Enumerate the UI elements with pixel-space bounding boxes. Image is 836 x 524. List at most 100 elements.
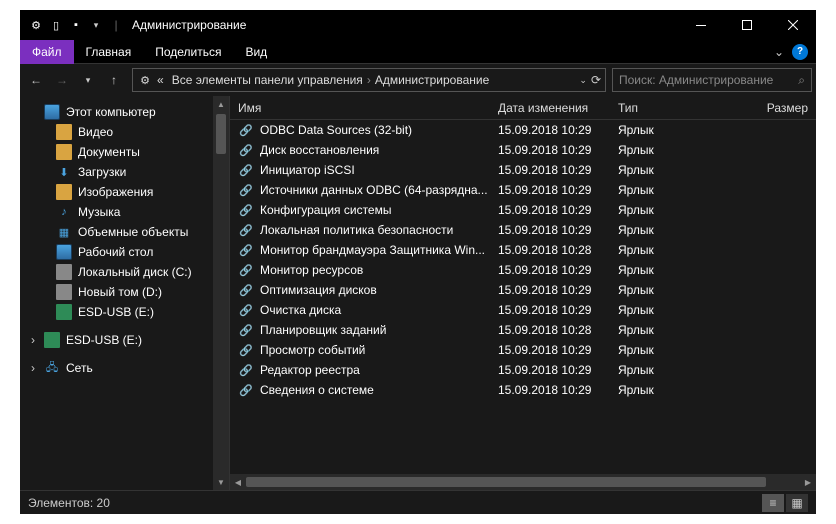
- sidebar-item-label: Документы: [78, 145, 140, 159]
- shortcut-icon: 🔗: [238, 222, 254, 238]
- table-row[interactable]: 🔗 Локальная политика безопасности 15.09.20…: [230, 220, 816, 240]
- recent-locations-icon[interactable]: ▾: [76, 68, 100, 92]
- file-date: 15.09.2018 10:29: [490, 163, 610, 177]
- chevron-right-icon[interactable]: ›: [28, 333, 38, 347]
- new-folder-icon[interactable]: ▪: [68, 17, 84, 33]
- shortcut-icon: 🔗: [238, 302, 254, 318]
- details-view-button[interactable]: ≡: [762, 494, 784, 512]
- file-date: 15.09.2018 10:29: [490, 363, 610, 377]
- breadcrumb-dropdown-icon[interactable]: ⌄: [579, 75, 587, 86]
- close-button[interactable]: [770, 10, 816, 40]
- sidebar-item-label: Локальный диск (C:): [78, 265, 192, 279]
- file-name: Редактор реестра: [260, 363, 360, 377]
- sidebar-item[interactable]: Новый том (D:): [20, 282, 229, 302]
- column-type[interactable]: Тип: [610, 101, 700, 115]
- sidebar-scrollbar[interactable]: ▲ ▼: [213, 96, 229, 490]
- location-icon: ⚙: [137, 72, 153, 88]
- sidebar-item[interactable]: ♪Музыка: [20, 202, 229, 222]
- table-row[interactable]: 🔗Планировщик заданий15.09.2018 10:28Ярлы…: [230, 320, 816, 340]
- sidebar-item[interactable]: ESD-USB (E:): [20, 302, 229, 322]
- file-date: 15.09.2018 10:29: [490, 383, 610, 397]
- chevron-right-icon[interactable]: ›: [28, 361, 38, 375]
- table-row[interactable]: 🔗Оптимизация дисков15.09.2018 10:29Ярлык: [230, 280, 816, 300]
- window-controls: [678, 10, 816, 40]
- breadcrumb-item[interactable]: Администрирование: [371, 73, 493, 87]
- table-row[interactable]: 🔗Очистка диска15.09.2018 10:29Ярлык: [230, 300, 816, 320]
- help-icon[interactable]: ?: [792, 44, 808, 60]
- this-pc-icon: [44, 104, 60, 120]
- maximize-button[interactable]: [724, 10, 770, 40]
- sidebar-item[interactable]: ▦Объемные объекты: [20, 222, 229, 242]
- up-button[interactable]: ↑: [102, 68, 126, 92]
- forward-button[interactable]: →: [50, 68, 74, 92]
- file-type: Ярлык: [610, 283, 700, 297]
- breadcrumb-item[interactable]: Все элементы панели управления: [168, 73, 367, 87]
- file-type: Ярлык: [610, 263, 700, 277]
- scrollbar-thumb[interactable]: [216, 114, 226, 154]
- ribbon-expand-icon[interactable]: ⌄: [774, 45, 784, 59]
- properties-icon[interactable]: ▯: [48, 17, 64, 33]
- sidebar-root-network[interactable]: › 🖧 Сеть: [20, 358, 229, 378]
- file-name: Очистка диска: [260, 303, 341, 317]
- file-pane: Имя Дата изменения Тип Размер 🔗ODBC Data…: [230, 96, 816, 490]
- tab-home[interactable]: Главная: [74, 40, 144, 64]
- scroll-right-icon[interactable]: ▶: [800, 474, 816, 490]
- back-button[interactable]: ←: [24, 68, 48, 92]
- admin-tools-icon: ⚙: [28, 17, 44, 33]
- explorer-window: ⚙ ▯ ▪ ▾ | Администрирование Файл Главная…: [20, 10, 816, 514]
- tab-share[interactable]: Поделиться: [143, 40, 233, 64]
- file-name: Конфигурация системы: [260, 203, 391, 217]
- scroll-left-icon[interactable]: ◀: [230, 474, 246, 490]
- search-input[interactable]: Поиск: Администрирование ⌕: [612, 68, 812, 92]
- shortcut-icon: 🔗: [238, 182, 254, 198]
- sidebar-item[interactable]: ⬇Загрузки: [20, 162, 229, 182]
- table-row[interactable]: 🔗Конфигурация системы15.09.2018 10:29Ярл…: [230, 200, 816, 220]
- breadcrumb[interactable]: ⚙ « Все элементы панели управления › Адм…: [132, 68, 606, 92]
- table-row[interactable]: 🔗Редактор реестра15.09.2018 10:29Ярлык: [230, 360, 816, 380]
- sidebar-item[interactable]: Видео: [20, 122, 229, 142]
- file-name: Локальная политика безопасности: [260, 223, 453, 237]
- scroll-up-icon[interactable]: ▲: [213, 96, 229, 112]
- table-row[interactable]: 🔗ODBC Data Sources (32-bit)15.09.2018 10…: [230, 120, 816, 140]
- search-icon[interactable]: ⌕: [798, 73, 805, 88]
- sidebar-root-this-pc[interactable]: Этот компьютер: [20, 102, 229, 122]
- file-date: 15.09.2018 10:28: [490, 323, 610, 337]
- scrollbar-track[interactable]: [246, 477, 800, 487]
- horizontal-scrollbar[interactable]: ◀ ▶: [230, 474, 816, 490]
- table-row[interactable]: 🔗Монитор ресурсов15.09.2018 10:29Ярлык: [230, 260, 816, 280]
- tab-file[interactable]: Файл: [20, 40, 74, 64]
- sidebar-item-label: Новый том (D:): [78, 285, 162, 299]
- scroll-down-icon[interactable]: ▼: [213, 474, 229, 490]
- sidebar-item[interactable]: Рабочий стол: [20, 242, 229, 262]
- shortcut-icon: 🔗: [238, 362, 254, 378]
- table-row[interactable]: 🔗Монитор брандмауэра Защитника Win...15.…: [230, 240, 816, 260]
- file-type: Ярлык: [610, 383, 700, 397]
- column-name[interactable]: Имя: [230, 101, 490, 115]
- minimize-button[interactable]: [678, 10, 724, 40]
- table-row[interactable]: 🔗Инициатор iSCSI15.09.2018 10:29Ярлык: [230, 160, 816, 180]
- sidebar-item[interactable]: Локальный диск (C:): [20, 262, 229, 282]
- sidebar-label: Сеть: [66, 361, 93, 375]
- file-date: 15.09.2018 10:29: [490, 123, 610, 137]
- column-date[interactable]: Дата изменения: [490, 101, 610, 115]
- file-list: 🔗ODBC Data Sources (32-bit)15.09.2018 10…: [230, 120, 816, 474]
- scrollbar-thumb[interactable]: [246, 477, 766, 487]
- sidebar-item-label: Видео: [78, 125, 113, 139]
- sidebar-item[interactable]: Изображения: [20, 182, 229, 202]
- table-row[interactable]: 🔗Просмотр событий15.09.2018 10:29Ярлык: [230, 340, 816, 360]
- large-icons-view-button[interactable]: ▦: [786, 494, 808, 512]
- refresh-icon[interactable]: ⟳: [591, 73, 601, 87]
- table-row[interactable]: 🔗Источники данных ODBC (64-разрядна...15…: [230, 180, 816, 200]
- file-date: 15.09.2018 10:29: [490, 223, 610, 237]
- sidebar-root-esd-usb[interactable]: › ESD-USB (E:): [20, 330, 229, 350]
- navbar: ← → ▾ ↑ ⚙ « Все элементы панели управлен…: [20, 64, 816, 96]
- table-row[interactable]: 🔗Диск восстановления15.09.2018 10:29Ярлы…: [230, 140, 816, 160]
- table-row[interactable]: 🔗Сведения о системе15.09.2018 10:29Ярлык: [230, 380, 816, 400]
- qat-chevron-icon[interactable]: ▾: [88, 17, 104, 33]
- tab-view[interactable]: Вид: [233, 40, 279, 64]
- file-name: Источники данных ODBC (64-разрядна...: [260, 183, 488, 197]
- file-type: Ярлык: [610, 343, 700, 357]
- column-size[interactable]: Размер: [700, 101, 816, 115]
- sidebar-item[interactable]: Документы: [20, 142, 229, 162]
- usb-icon: [44, 332, 60, 348]
